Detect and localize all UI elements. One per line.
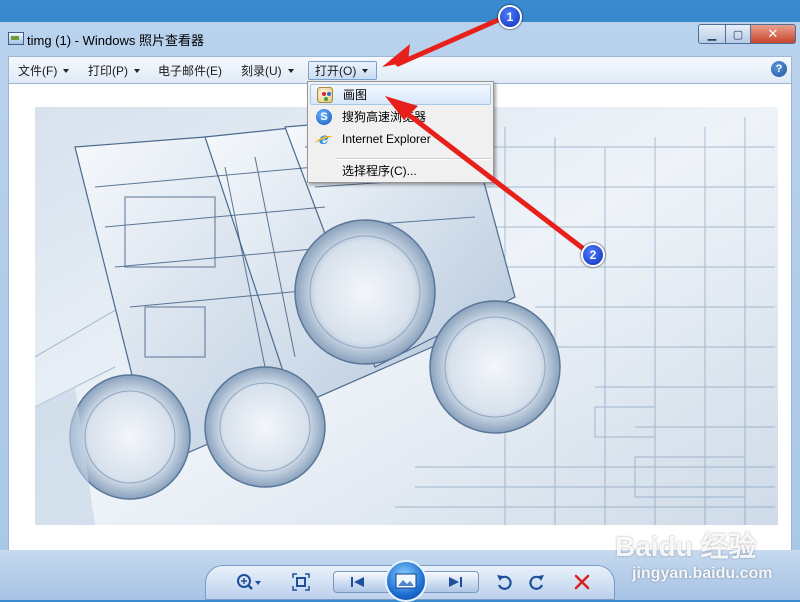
baidu-watermark: Baidu 经验 [615, 531, 757, 562]
previous-button[interactable] [343, 572, 373, 592]
annotation-badge-1: 1 [498, 5, 522, 29]
zoom-button[interactable] [233, 572, 263, 592]
fit-to-window-button[interactable] [291, 572, 311, 592]
zoom-icon [237, 574, 261, 590]
rotate-left-icon [497, 575, 512, 590]
fit-icon [292, 573, 310, 591]
next-icon [449, 577, 462, 587]
previous-icon [351, 577, 364, 587]
annotation-arrow-2 [397, 105, 588, 253]
rotate-left-button[interactable] [494, 572, 514, 592]
rotate-right-button[interactable] [527, 572, 547, 592]
next-button[interactable] [440, 572, 470, 592]
baidu-watermark-url: jingyan.baidu.com [632, 565, 773, 582]
delete-icon [574, 574, 590, 590]
slideshow-icon [395, 573, 417, 589]
annotation-arrow-1 [395, 17, 501, 67]
annotation-arrows [382, 17, 588, 253]
slideshow-button[interactable] [385, 560, 427, 602]
annotation-arrowhead-1 [382, 44, 410, 67]
annotation-badge-2: 2 [581, 243, 605, 267]
delete-button[interactable] [572, 572, 592, 592]
rotate-right-icon [529, 575, 544, 590]
